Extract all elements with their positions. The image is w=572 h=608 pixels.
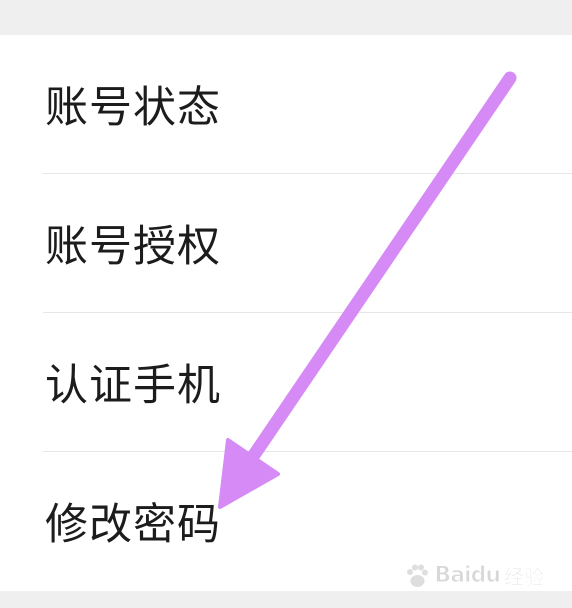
menu-item-label: 账号授权 (45, 222, 221, 272)
watermark-suffix: 经验 (504, 565, 545, 590)
watermark-brand: Baidu (434, 563, 502, 589)
menu-item-label: 认证手机 (45, 361, 221, 411)
menu-item-account-status[interactable]: 账号状态 (0, 35, 572, 173)
menu-item-label: 修改密码 (45, 500, 221, 550)
menu-item-account-authorization[interactable]: 账号授权 (0, 174, 572, 312)
settings-menu: 账号状态 账号授权 认证手机 修改密码 (0, 35, 572, 591)
menu-item-label: 账号状态 (45, 83, 221, 133)
account-settings-screen: 账号状态 账号授权 认证手机 修改密码 Baidu 经验 (0, 0, 572, 608)
top-strip (0, 0, 572, 35)
menu-item-verified-phone[interactable]: 认证手机 (0, 313, 572, 451)
paw-icon (407, 564, 429, 587)
baidu-jingyan-watermark: Baidu 经验 (404, 561, 545, 590)
